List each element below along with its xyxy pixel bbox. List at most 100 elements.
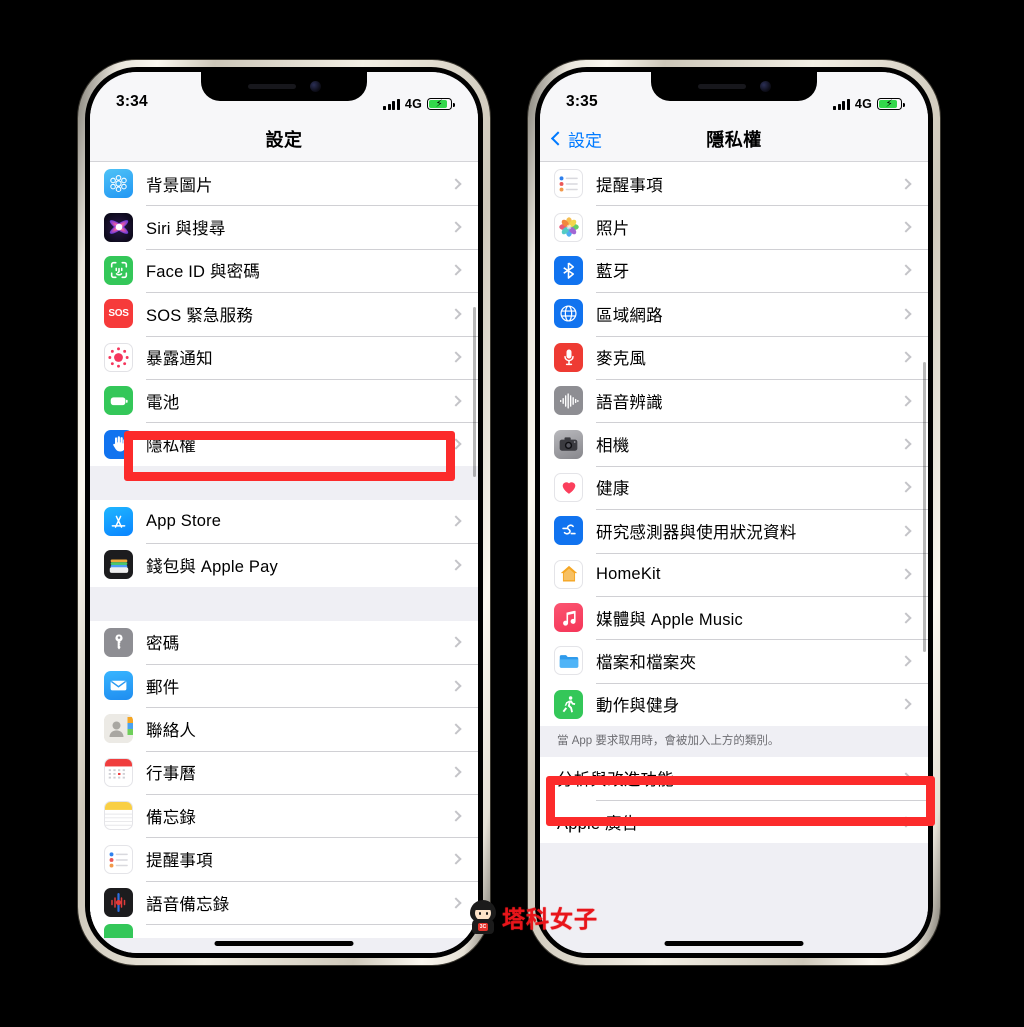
volume-down-button[interactable] xyxy=(525,332,530,384)
volume-up-button[interactable] xyxy=(75,265,80,317)
row-label: 健康 xyxy=(596,480,630,499)
appstore-icon xyxy=(104,506,133,536)
chevron-right-icon xyxy=(450,810,462,822)
settings-row-privacy[interactable]: 隱私權 xyxy=(90,422,478,466)
calendar-icon xyxy=(104,757,133,787)
chevron-right-icon xyxy=(900,698,912,711)
row-label: Face ID 與密碼 xyxy=(146,263,261,282)
settings-row-voice-memos[interactable]: 語音備忘錄 xyxy=(90,880,478,925)
page-title: 隱私權 xyxy=(706,129,762,150)
row-label: 行事曆 xyxy=(146,765,197,784)
privacy-row-apple-music[interactable]: 媒體與 Apple Music xyxy=(540,595,928,640)
settings-row-siri[interactable]: Siri 與搜尋 xyxy=(90,205,478,249)
homekit-icon xyxy=(554,559,583,589)
settings-row-faceid[interactable]: Face ID 與密碼 xyxy=(90,248,478,293)
wallpaper-icon xyxy=(104,169,133,199)
front-camera-icon xyxy=(309,81,321,92)
privacy-row-research-sensor[interactable]: 研究感測器與使用狀況資料 xyxy=(540,509,928,553)
privacy-row-reminders[interactable]: 提醒事項 xyxy=(540,162,928,206)
settings-row-partial[interactable] xyxy=(90,924,478,939)
privacy-row-homekit[interactable]: HomeKit xyxy=(540,552,928,596)
scroll-indicator[interactable] xyxy=(473,307,476,477)
status-time: 3:34 xyxy=(116,93,148,110)
privacy-hand-icon xyxy=(104,429,133,459)
notes-icon xyxy=(104,801,133,831)
row-label: SOS 緊急服務 xyxy=(146,306,254,325)
reminders-icon xyxy=(554,169,583,199)
watermark-avatar-icon: 3C xyxy=(468,900,498,934)
iphone-device-settings: 3:34 4G ⚡ 設定 背景圖片 Siri 與搜尋 Face ID 與密碼 S… xyxy=(78,60,490,965)
chevron-right-icon xyxy=(900,816,912,828)
row-label: Siri 與搜尋 xyxy=(146,220,226,239)
settings-row-calendar[interactable]: 行事曆 xyxy=(90,750,478,795)
privacy-row-camera[interactable]: 相機 xyxy=(540,422,928,466)
settings-row-wallpaper[interactable]: 背景圖片 xyxy=(90,162,478,206)
settings-row-contacts[interactable]: 聯絡人 xyxy=(90,707,478,751)
chevron-right-icon xyxy=(450,178,462,190)
chevron-right-icon xyxy=(450,636,462,648)
settings-row-battery[interactable]: 電池 xyxy=(90,378,478,423)
battery-charging-icon: ⚡ xyxy=(427,97,455,111)
privacy-row-microphone[interactable]: 麥克風 xyxy=(540,335,928,379)
chevron-right-icon xyxy=(900,481,912,494)
settings-row-passwords[interactable]: 密碼 xyxy=(90,620,478,664)
privacy-row-speech-recognition[interactable]: 語音辨識 xyxy=(540,378,928,423)
privacy-row-fitness[interactable]: 動作與健身 xyxy=(540,682,928,727)
settings-row-reminders[interactable]: 提醒事項 xyxy=(90,837,478,881)
camera-icon xyxy=(554,429,583,459)
chevron-right-icon xyxy=(900,351,912,363)
settings-row-wallet[interactable]: 錢包與 Apple Pay xyxy=(90,543,478,587)
row-label: 區域網路 xyxy=(596,306,663,325)
chevron-right-icon xyxy=(450,766,462,779)
files-folder-icon xyxy=(554,646,583,676)
silent-switch[interactable] xyxy=(75,210,80,238)
settings-row-app-store[interactable]: App Store xyxy=(90,499,478,544)
power-button[interactable] xyxy=(488,288,493,372)
settings-row-notes[interactable]: 備忘錄 xyxy=(90,794,478,838)
contacts-icon xyxy=(104,714,133,744)
page-title: 設定 xyxy=(265,129,303,150)
privacy-row-local-network[interactable]: 區域網路 xyxy=(540,292,928,336)
settings-table[interactable]: 背景圖片 Siri 與搜尋 Face ID 與密碼 SOS SOS 緊急服務 暴… xyxy=(90,162,478,953)
power-button[interactable] xyxy=(938,288,943,372)
row-label: 密碼 xyxy=(146,635,180,654)
row-label: 藍牙 xyxy=(596,263,630,282)
chevron-right-icon xyxy=(900,525,912,537)
settings-row-sos[interactable]: SOS SOS 緊急服務 xyxy=(90,292,478,336)
section-gap xyxy=(90,465,478,500)
chevron-right-icon xyxy=(450,221,462,233)
privacy-row-apple-advertising[interactable]: Apple 廣告 xyxy=(540,799,928,844)
row-label: 電池 xyxy=(146,393,180,412)
row-label: App Store xyxy=(146,511,222,530)
home-indicator[interactable] xyxy=(214,941,354,946)
privacy-row-analytics[interactable]: 分析與改進功能 xyxy=(540,756,928,800)
chevron-right-icon xyxy=(450,351,462,363)
row-label: 麥克風 xyxy=(596,350,647,369)
privacy-table[interactable]: 提醒事項 照片 藍牙 區域網路 麥克風 語音辨識 相機 健康 研究感測器與使用狀… xyxy=(540,162,928,953)
volume-up-button[interactable] xyxy=(525,265,530,317)
row-label: 備忘錄 xyxy=(146,808,197,827)
privacy-row-health[interactable]: 健康 xyxy=(540,465,928,510)
settings-row-mail[interactable]: 郵件 xyxy=(90,663,478,708)
bluetooth-icon xyxy=(554,255,583,285)
volume-down-button[interactable] xyxy=(75,332,80,384)
iphone-device-privacy: 3:35 4G ⚡ 設定 隱私權 提醒事項 照片 藍牙 區域網路 麥克風 語音辨… xyxy=(528,60,940,965)
chevron-right-icon xyxy=(450,679,462,692)
settings-row-exposure[interactable]: 暴露通知 xyxy=(90,335,478,379)
siri-icon xyxy=(104,212,133,242)
privacy-row-files[interactable]: 檔案和檔案夾 xyxy=(540,639,928,683)
back-button[interactable]: 設定 xyxy=(550,126,602,151)
exposure-notification-icon xyxy=(104,342,133,372)
scroll-indicator[interactable] xyxy=(923,362,926,652)
sos-icon: SOS xyxy=(104,299,133,329)
privacy-group-1: 提醒事項 照片 藍牙 區域網路 麥克風 語音辨識 相機 健康 研究感測器與使用狀… xyxy=(540,162,928,727)
row-label: 照片 xyxy=(596,220,630,239)
privacy-row-photos[interactable]: 照片 xyxy=(540,205,928,249)
battery-icon xyxy=(104,386,133,416)
research-sensor-icon xyxy=(554,516,583,546)
home-indicator[interactable] xyxy=(664,941,804,946)
section-gap xyxy=(90,586,478,621)
silent-switch[interactable] xyxy=(525,210,530,238)
privacy-row-bluetooth[interactable]: 藍牙 xyxy=(540,248,928,293)
row-label: 分析與改進功能 xyxy=(557,771,674,790)
